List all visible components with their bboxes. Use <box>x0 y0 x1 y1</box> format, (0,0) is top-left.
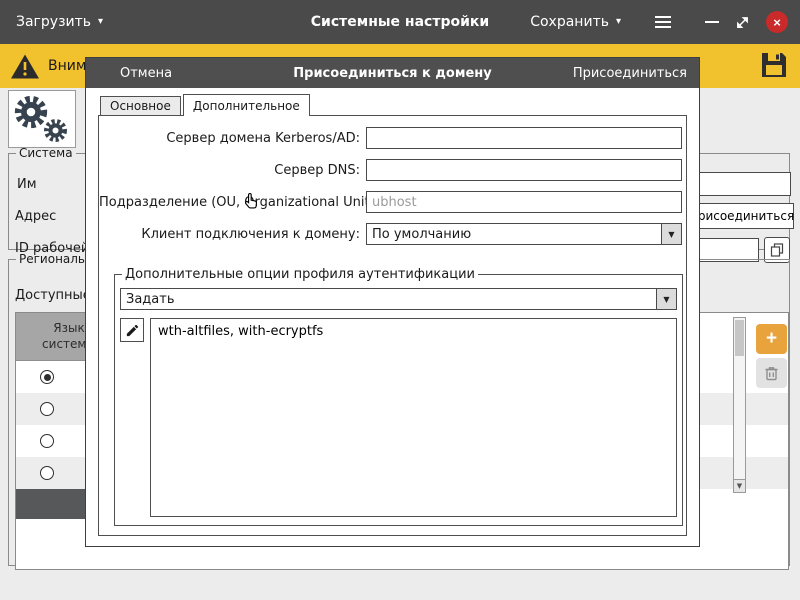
hamburger-icon <box>655 16 671 28</box>
chevron-down-icon: ▼ <box>656 289 676 309</box>
auth-options-legend: Дополнительные опции профиля аутентифика… <box>125 267 475 282</box>
gear-icon <box>44 119 67 142</box>
dialog-tabs: Основное Дополнительное <box>100 94 310 116</box>
chevron-down-icon: ▼ <box>661 224 681 244</box>
edit-options-button[interactable] <box>120 318 144 342</box>
auth-mode-select[interactable]: Задать ▼ <box>120 288 677 310</box>
chevron-down-icon: ▾ <box>615 16 621 27</box>
close-button[interactable]: × <box>766 11 788 33</box>
advanced-tab-panel: Сервер домена Kerberos/AD: Сервер DNS: П… <box>98 115 687 536</box>
save-file-button[interactable] <box>760 51 788 82</box>
plus-icon: + <box>765 328 778 349</box>
hamburger-menu-button[interactable] <box>655 16 671 28</box>
domain-client-label: Клиент подключения к домену: <box>141 226 360 242</box>
pencil-icon <box>126 324 138 336</box>
domain-address-label: Адрес <box>15 209 57 224</box>
auth-mode-selected-value: Задать <box>126 291 175 307</box>
cancel-button[interactable]: Отмена <box>120 66 172 81</box>
add-language-button[interactable]: + <box>756 324 787 354</box>
ou-input[interactable] <box>366 191 682 213</box>
delete-language-button[interactable] <box>756 358 787 388</box>
computer-name-label: Им <box>17 177 37 192</box>
radio-unselected[interactable] <box>40 434 54 448</box>
domain-client-select[interactable]: По умолчанию ▼ <box>366 223 682 245</box>
auth-options-fieldset: Дополнительные опции профиля аутентифика… <box>114 267 683 526</box>
arrow-down-icon: ▼ <box>736 482 743 490</box>
radio-unselected[interactable] <box>40 466 54 480</box>
scrollbar-thumb[interactable] <box>735 320 744 356</box>
expand-icon <box>737 16 748 28</box>
table-scrollbar[interactable]: ▼ <box>733 317 746 493</box>
dns-server-label: Сервер DNS: <box>274 162 360 178</box>
chevron-down-icon: ▾ <box>98 16 104 27</box>
tab-basic[interactable]: Основное <box>100 96 181 116</box>
join-domain-button[interactable]: рисоединиться <box>698 203 794 229</box>
join-domain-button-label: рисоединиться <box>697 209 795 223</box>
kerberos-server-label: Сервер домена Kerberos/AD: <box>166 130 360 146</box>
ou-label: Подразделение (OU, Organizational Unit): <box>99 194 380 210</box>
dns-server-input[interactable] <box>366 159 682 181</box>
load-menu-label: Загрузить <box>16 14 92 30</box>
warning-triangle-icon <box>11 54 39 78</box>
top-bar: Загрузить ▾ Системные настройки Сохранит… <box>0 0 800 44</box>
join-button[interactable]: Присоединиться <box>573 66 687 81</box>
dialog-header: Отмена Присоединиться к домену Присоедин… <box>86 58 699 88</box>
kerberos-server-input[interactable] <box>366 127 682 149</box>
join-domain-dialog: Отмена Присоединиться к домену Присоедин… <box>85 57 700 547</box>
minimize-icon <box>705 21 719 23</box>
system-settings-gears-icon <box>8 90 76 148</box>
minimize-button[interactable] <box>705 21 719 23</box>
system-legend: Система <box>19 146 73 160</box>
resize-button[interactable] <box>735 15 750 30</box>
tab-advanced[interactable]: Дополнительное <box>182 94 310 116</box>
save-menu-button[interactable]: Сохранить ▾ <box>530 14 621 30</box>
floppy-save-icon <box>762 52 786 77</box>
domain-client-selected-value: По умолчанию <box>372 226 472 242</box>
load-menu-button[interactable]: Загрузить ▾ <box>16 14 103 30</box>
radio-unselected[interactable] <box>40 402 54 416</box>
trash-icon <box>765 367 778 381</box>
auth-options-textarea[interactable]: wth-altfiles, with-ecryptfs <box>150 318 677 517</box>
save-menu-label: Сохранить <box>530 14 609 30</box>
close-icon: × <box>773 14 781 30</box>
radio-selected[interactable] <box>40 370 54 384</box>
scrollbar-down-arrow[interactable]: ▼ <box>734 479 745 492</box>
regional-legend: Региональн <box>19 252 93 266</box>
